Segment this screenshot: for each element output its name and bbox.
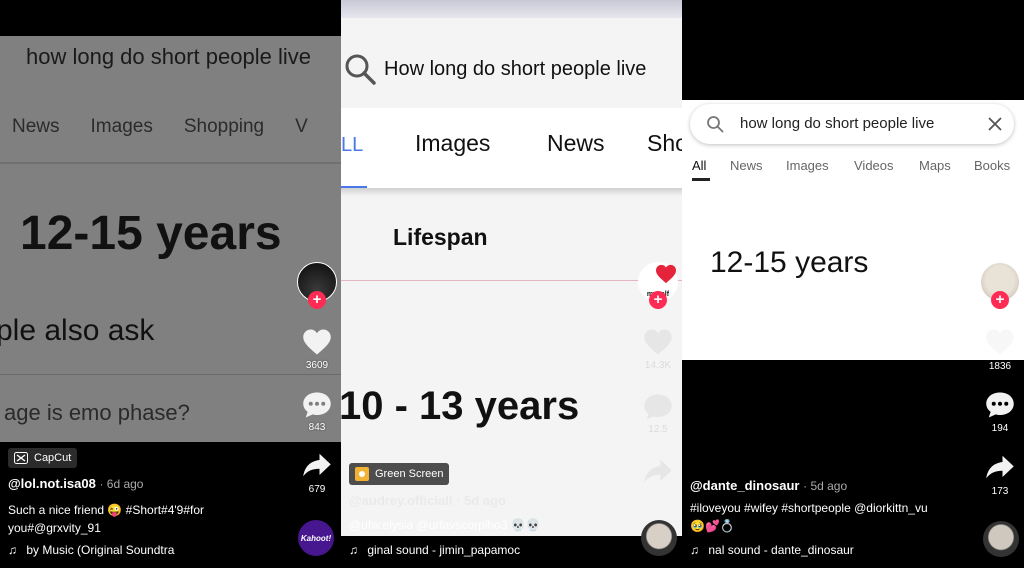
- username-faded: @audrey.officiall · 5d ago: [349, 493, 506, 508]
- tab-all: All: [692, 158, 707, 173]
- disc-label: Kahoot!: [300, 533, 332, 543]
- search-tabs: News Images Shopping V: [12, 116, 308, 138]
- follow-plus-icon[interactable]: +: [991, 291, 1009, 309]
- heart-icon[interactable]: [302, 328, 332, 356]
- like-count: 14.3K: [644, 360, 672, 371]
- sound-link[interactable]: ♫ by Music (Original Soundtra: [8, 543, 188, 557]
- comment-icon[interactable]: [643, 393, 673, 421]
- search-icon: [345, 54, 376, 85]
- heart-icon[interactable]: [985, 328, 1015, 356]
- capcut-icon: [14, 452, 28, 464]
- tab-images: Images: [786, 158, 829, 173]
- tab-shopping: Shopping: [183, 116, 265, 137]
- caption-line: #iloveyou #wifey #shortpeople @diorkittn…: [690, 501, 928, 515]
- music-note-icon: ♫: [690, 543, 699, 557]
- tab-news: News: [730, 158, 763, 173]
- search-query-text: How long do short people live: [384, 58, 647, 80]
- music-note-icon: ♫: [8, 543, 17, 557]
- comment-count: 194: [991, 423, 1009, 434]
- like-count: 1836: [988, 361, 1012, 372]
- sound-link[interactable]: ♫ ginal sound - jimin_papamoc: [349, 543, 529, 557]
- share-count: 173: [991, 486, 1009, 497]
- active-tab-indicator: [692, 178, 710, 181]
- sound-disc[interactable]: [641, 520, 677, 556]
- tab-shopping: Sho: [647, 130, 682, 156]
- caption-line: 🥹💕💍: [690, 519, 735, 533]
- username[interactable]: @lol.not.isa08 · 6d ago: [8, 476, 143, 491]
- share-icon[interactable]: [985, 454, 1015, 480]
- green-screen-icon: [355, 467, 369, 481]
- heart-icon: [656, 264, 676, 284]
- video-content-screenshot: How long do short people live LL Images …: [341, 18, 682, 536]
- search-tabs: LL Images News Sho: [341, 108, 682, 189]
- music-note-icon: ♫: [349, 543, 358, 557]
- divider: [341, 280, 682, 281]
- video-panel-2[interactable]: How long do short people live LL Images …: [341, 0, 682, 568]
- search-query-text: how long do short people live: [740, 115, 935, 132]
- video-content-screenshot: how long do short people live News Image…: [0, 36, 341, 442]
- sound-name: by Music (Original Soundtra: [26, 543, 175, 557]
- comment-count: 12.5: [648, 424, 668, 435]
- sound-name: ginal sound - jimin_papamoc: [367, 543, 521, 557]
- tab-videos: Videos: [854, 158, 894, 173]
- video-content-screenshot: how long do short people live All News I…: [682, 100, 1024, 360]
- capcut-badge[interactable]: CapCut: [8, 448, 78, 468]
- time-ago: · 5d ago: [803, 479, 848, 493]
- follow-plus-icon[interactable]: +: [649, 291, 667, 309]
- comment-icon[interactable]: [985, 391, 1015, 419]
- heart-icon[interactable]: [643, 328, 673, 356]
- video-caption: #iloveyou #wifey #shortpeople @diorkittn…: [690, 499, 928, 535]
- close-icon: [988, 117, 1002, 131]
- share-count: 679: [308, 484, 326, 495]
- question-text: age is emo phase?: [4, 400, 190, 425]
- tab-news: News: [12, 116, 60, 137]
- answer-text: 12-15 years: [710, 246, 869, 279]
- tab-news: News: [547, 130, 605, 156]
- sound-disc[interactable]: Kahoot!: [298, 520, 334, 556]
- follow-plus-icon[interactable]: +: [308, 291, 326, 309]
- video-caption: @ufw.elysia @urfavscorpiho3 💀💀: [349, 518, 541, 532]
- tab-videos: V: [295, 116, 308, 137]
- sound-name: nal sound - dante_dinosaur: [708, 543, 854, 557]
- search-bar: how long do short people live: [690, 104, 1014, 144]
- caption-line: Such a nice friend 😜 #Short#4'9#for: [8, 503, 205, 517]
- share-icon[interactable]: [302, 452, 332, 478]
- username[interactable]: @dante_dinosaur · 5d ago: [690, 478, 847, 493]
- tab-images: Images: [415, 130, 491, 156]
- share-icon[interactable]: [643, 458, 673, 484]
- search-query-text: how long do short people live: [26, 44, 311, 69]
- time-ago: · 6d ago: [99, 477, 144, 491]
- lifespan-label: Lifespan: [393, 224, 488, 250]
- green-screen-badge[interactable]: Green Screen: [349, 463, 450, 485]
- top-strip: [341, 0, 682, 18]
- tab-books: Books: [974, 158, 1011, 173]
- badge-label: Green Screen: [375, 468, 444, 480]
- like-count: 3609: [305, 360, 329, 371]
- caption-line: you#@grxvity_91: [8, 521, 101, 535]
- badge-label: CapCut: [34, 452, 72, 464]
- sound-link[interactable]: ♫ nal sound - dante_dinosaur: [690, 543, 870, 557]
- comment-icon[interactable]: [302, 391, 332, 419]
- divider: [0, 162, 341, 164]
- tab-maps: Maps: [919, 158, 951, 173]
- tab-images: Images: [90, 116, 153, 137]
- people-also-ask-heading: ple also ask: [0, 314, 155, 347]
- divider: [0, 374, 341, 375]
- answer-text: 10 - 13 years: [341, 384, 580, 428]
- username-text: @dante_dinosaur: [690, 478, 800, 493]
- comment-count: 843: [308, 422, 326, 433]
- search-icon: [707, 116, 724, 133]
- video-caption: Such a nice friend 😜 #Short#4'9#for you#…: [8, 501, 204, 537]
- username-text: @lol.not.isa08: [8, 476, 96, 491]
- video-panel-1[interactable]: how long do short people live News Image…: [0, 0, 341, 568]
- answer-text: 12-15 years: [20, 207, 282, 260]
- video-panel-3[interactable]: how long do short people live All News I…: [682, 0, 1024, 568]
- sound-disc[interactable]: [983, 521, 1019, 557]
- tab-all: LL: [341, 134, 364, 156]
- search-tabs: All News Images Videos Maps Books: [682, 158, 1024, 181]
- shadow: [341, 188, 682, 196]
